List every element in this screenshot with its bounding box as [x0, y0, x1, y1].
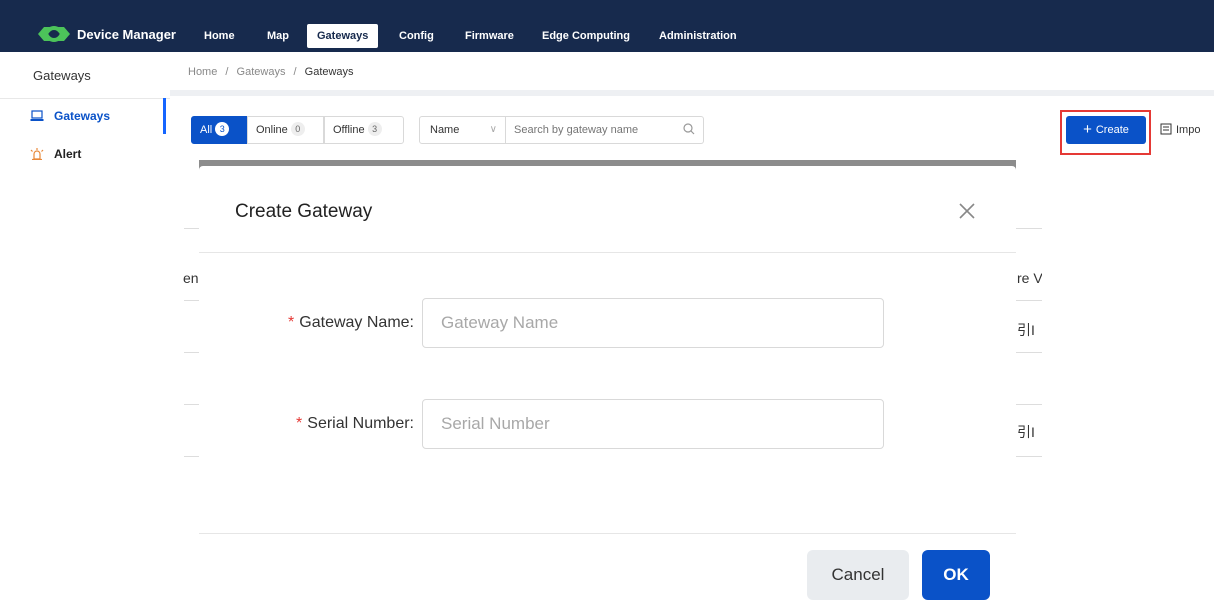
- gateway-name-input[interactable]: [422, 298, 884, 348]
- filter-tab-offline[interactable]: Offline 3: [324, 116, 404, 144]
- table-fragment-left: [184, 160, 199, 601]
- breadcrumb-gateways[interactable]: Gateways: [237, 66, 286, 78]
- filter-tab-all[interactable]: All 3: [191, 116, 247, 144]
- breadcrumb-separator: /: [225, 66, 229, 78]
- field-label-colon: :: [409, 314, 414, 331]
- breadcrumb-current: Gateways: [304, 66, 354, 78]
- close-icon[interactable]: [956, 200, 978, 222]
- table-cell-fragment: 引I: [1017, 322, 1035, 338]
- create-gateway-modal: Create Gateway *Gateway Name: *Serial Nu…: [199, 166, 1016, 601]
- device-manager-logo-icon: [38, 26, 70, 42]
- table-fragment-right: [1016, 160, 1042, 601]
- breadcrumb: Home / Gateways / Gateways: [188, 66, 354, 78]
- count-badge: 3: [215, 122, 230, 136]
- nav-config[interactable]: Config: [389, 24, 444, 48]
- filter-tab-label: All: [200, 124, 213, 136]
- search-input[interactable]: [506, 116, 704, 144]
- sidebar-title: Gateways: [33, 68, 91, 83]
- sidebar-item-gateways[interactable]: Gateways: [0, 101, 168, 131]
- import-icon: [1160, 123, 1172, 135]
- nav-firmware[interactable]: Firmware: [455, 24, 524, 48]
- table-header-fragment: en: [183, 270, 199, 286]
- create-button-highlight: [1060, 110, 1151, 155]
- ok-button[interactable]: OK: [922, 550, 990, 600]
- nav-edge-computing[interactable]: Edge Computing: [532, 24, 640, 48]
- serial-number-input[interactable]: [422, 399, 884, 449]
- sidebar-active-indicator: [163, 98, 166, 134]
- breadcrumb-home[interactable]: Home: [188, 66, 217, 78]
- brand-title: Device Manager: [77, 27, 176, 42]
- sidebar-item-label: Alert: [54, 147, 82, 161]
- cancel-button[interactable]: Cancel: [807, 550, 909, 600]
- table-header-fragment: re V: [1017, 270, 1042, 286]
- table-row-divider: [1016, 404, 1042, 405]
- select-value: Name: [430, 124, 460, 136]
- modal-title: Create Gateway: [235, 201, 373, 222]
- sidebar-item-label: Gateways: [54, 109, 111, 123]
- alarm-icon: [30, 148, 44, 160]
- filter-tab-online[interactable]: Online 0: [247, 116, 324, 144]
- nav-home[interactable]: Home: [194, 24, 245, 48]
- filter-tab-label: Online: [256, 124, 288, 136]
- table-row-divider: [1016, 456, 1042, 457]
- count-badge: 0: [290, 122, 305, 136]
- sidebar-divider: [0, 98, 170, 99]
- table-row-divider: [184, 352, 199, 353]
- gateway-name-label: * Gateway Name:: [239, 314, 414, 332]
- field-label-colon: :: [409, 415, 414, 432]
- required-mark: *: [296, 415, 303, 432]
- table-row-divider: [184, 228, 199, 229]
- modal-footer-divider: [199, 533, 1016, 534]
- table-row-divider: [1016, 300, 1042, 301]
- modal-header-divider: [199, 252, 1016, 253]
- nav-gateways[interactable]: Gateways: [307, 24, 379, 48]
- table-row-divider: [184, 404, 199, 405]
- sidebar-item-alert[interactable]: Alert: [0, 139, 168, 169]
- import-button-label: Impo: [1176, 124, 1201, 136]
- nav-administration[interactable]: Administration: [649, 24, 747, 48]
- table-row-divider: [184, 300, 199, 301]
- content-divider: [170, 90, 1214, 96]
- table-row-divider: [1016, 352, 1042, 353]
- laptop-icon: [30, 110, 44, 121]
- required-mark: *: [288, 314, 295, 331]
- field-label-text: Gateway Name: [299, 314, 410, 331]
- field-label-text: Serial Number: [307, 415, 410, 432]
- table-row-divider: [1016, 228, 1042, 229]
- count-badge: 3: [367, 122, 382, 136]
- breadcrumb-separator: /: [293, 66, 297, 78]
- filter-tab-label: Offline: [333, 124, 365, 136]
- search-icon[interactable]: [682, 122, 696, 136]
- table-row-divider: [184, 456, 199, 457]
- chevron-down-icon: ∨: [489, 124, 497, 135]
- import-button[interactable]: Impo: [1160, 116, 1214, 144]
- search-field-select[interactable]: Name ∨: [419, 116, 506, 144]
- serial-number-label: * Serial Number:: [239, 415, 414, 433]
- table-cell-fragment: 引I: [1017, 424, 1035, 440]
- nav-map[interactable]: Map: [257, 24, 299, 48]
